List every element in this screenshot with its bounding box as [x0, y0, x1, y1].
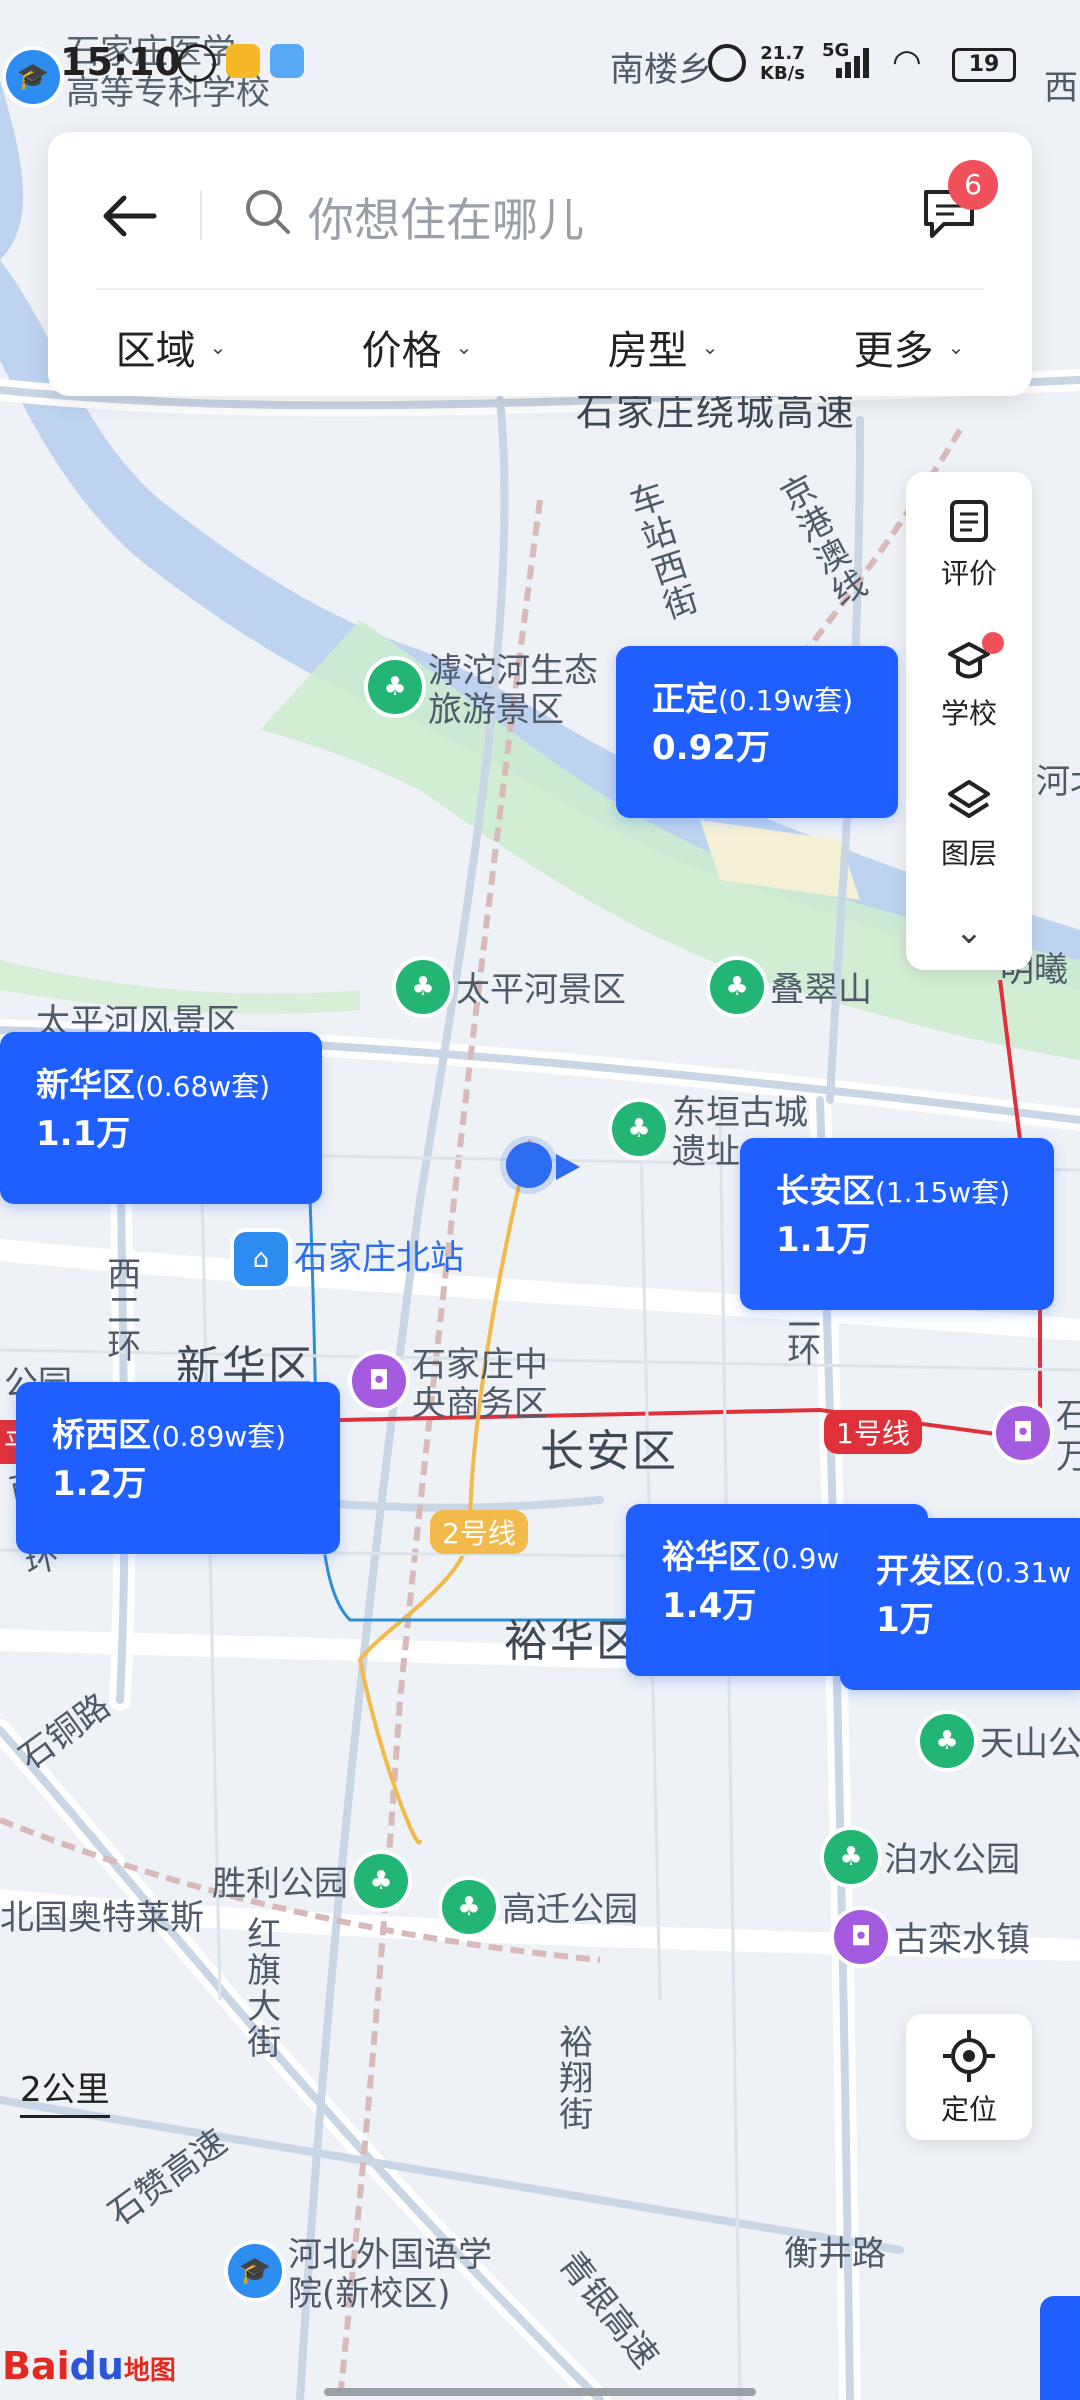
district-card-xinhua[interactable]: 新华区(0.68w套) 1.1万 — [0, 1032, 322, 1204]
notification-icon — [178, 44, 216, 82]
poi-gaoqian-label: 高迁公园 — [502, 1890, 638, 1931]
poi-boshui[interactable]: ♣ 泊水公园 — [824, 1830, 1020, 1892]
status-bar: 15:10 21.7 KB/s 5G ◠ 19 — [0, 40, 1080, 90]
poi-tianshan[interactable]: ♣ 天山公 — [920, 1714, 1080, 1776]
filter-region[interactable]: 区域 ⌄ — [48, 302, 294, 392]
metro-line2-tag: 2号线 — [430, 1510, 528, 1554]
search-icon — [246, 190, 290, 234]
search-panel: 你想住在哪儿 6 区域 ⌄ 价格 ⌄ 房型 ⌄ 更多 ⌄ — [48, 132, 1032, 396]
shopping-bag-icon: ◘ — [996, 1405, 1050, 1460]
poi-shengli[interactable]: ♣ 胜利公园 — [212, 1854, 408, 1916]
metro-line1-tag: 1号线 — [824, 1410, 922, 1454]
park-icon: ♣ — [824, 1830, 878, 1884]
park-icon: ♣ — [920, 1714, 974, 1768]
chevron-down-icon: ⌄ — [701, 335, 719, 359]
map-label-outlets: 北国奥特莱斯 — [0, 1898, 204, 1938]
poi-diecui[interactable]: ♣ 叠翠山 — [710, 960, 872, 1022]
poi-north-station[interactable]: ⌂ 石家庄北站 — [234, 1232, 464, 1286]
map-label-xi-er-huan: 西二环 — [100, 1256, 141, 1364]
poi-taiping[interactable]: ♣ 太平河景区 — [396, 960, 626, 1022]
divider — [200, 190, 202, 240]
search-input[interactable]: 你想住在哪儿 — [308, 184, 584, 250]
district-card-offscreen[interactable] — [1040, 2296, 1080, 2400]
app-notification-icons — [178, 44, 304, 82]
poi-diecui-label: 叠翠山 — [770, 970, 872, 1011]
poi-boshui-label: 泊水公园 — [884, 1840, 1020, 1881]
poi-shi-right-label: 石万 — [1056, 1396, 1080, 1477]
chevron-down-icon: ⌄ — [209, 335, 227, 359]
poi-gulan-label: 古栾水镇 — [894, 1920, 1030, 1961]
map-label-yuxiang: 裕翔街 — [552, 2024, 593, 2132]
shopping-bag-icon: ◘ — [352, 1354, 406, 1409]
back-arrow-icon[interactable] — [98, 184, 162, 248]
network-speed: 21.7 KB/s — [760, 43, 805, 84]
poi-gaoqian[interactable]: ♣ 高迁公园 — [442, 1880, 638, 1942]
park-icon: ♣ — [354, 1854, 408, 1908]
poi-north-station-label: 石家庄北站 — [294, 1238, 464, 1279]
poi-cbd[interactable]: ◘ 石家庄中央商务区 — [352, 1345, 572, 1425]
shopping-bag-icon: ◘ — [834, 1910, 888, 1964]
map-label-hongqi: 红旗大街 — [240, 1916, 281, 2060]
layers-icon — [948, 780, 990, 818]
poi-gulan[interactable]: ◘ 古栾水镇 — [834, 1910, 1030, 1972]
review-icon — [950, 500, 988, 542]
school-button[interactable]: 学校 — [906, 638, 1032, 732]
district-card-kaifa[interactable]: 开发区(0.31w 1万 — [840, 1518, 1080, 1690]
poi-hutuo[interactable]: ♣ 滹沱河生态旅游景区 — [368, 651, 624, 731]
poi-hutuo-label: 滹沱河生态旅游景区 — [428, 651, 598, 731]
park-icon: ♣ — [710, 960, 764, 1014]
map-side-toolbar: 评价 学校 图层 ⌄ — [906, 472, 1032, 970]
poi-cbd-label: 石家庄中央商务区 — [412, 1345, 548, 1425]
signal-icon — [836, 48, 869, 78]
expand-toolbar-button[interactable]: ⌄ — [906, 912, 1032, 952]
layers-button[interactable]: 图层 — [906, 778, 1032, 872]
school-icon: 🎓 — [228, 2244, 282, 2299]
park-icon: ♣ — [612, 1102, 666, 1157]
map-label-ring-highway: 石家庄绕城高速 — [576, 390, 857, 434]
district-card-changan[interactable]: 长安区(1.15w套) 1.1万 — [740, 1138, 1054, 1310]
chevron-down-icon: ⌄ — [947, 335, 965, 359]
train-station-icon: ⌂ — [234, 1232, 288, 1286]
filter-room-type[interactable]: 房型 ⌄ — [540, 302, 786, 392]
status-time: 15:10 — [60, 40, 181, 84]
filter-more[interactable]: 更多 ⌄ — [786, 302, 1032, 392]
poi-waiguoyu-label: 河北外国语学院(新校区) — [288, 2235, 492, 2315]
filter-bar: 区域 ⌄ 价格 ⌄ 房型 ⌄ 更多 ⌄ — [48, 302, 1032, 392]
mail-app-icon — [226, 44, 260, 78]
filter-price[interactable]: 价格 ⌄ — [294, 302, 540, 392]
divider — [96, 288, 984, 290]
map-scale: 2公里 — [20, 2062, 110, 2118]
map-label-changan-qu: 长安区 — [540, 1426, 678, 1477]
baidu-map-logo: Baidu地图 — [2, 2344, 176, 2388]
map-label-hebei: 河北 — [1036, 762, 1080, 802]
current-location-marker — [506, 1142, 552, 1188]
poi-taiping-label: 太平河景区 — [456, 970, 626, 1011]
park-icon: ♣ — [442, 1880, 496, 1934]
chevron-down-icon: ⌄ — [954, 912, 984, 952]
home-indicator[interactable] — [324, 2388, 756, 2396]
heading-arrow-icon — [556, 1154, 580, 1180]
poi-shi-right[interactable]: ◘ 石万 — [996, 1396, 1080, 1478]
poi-waiguoyu[interactable]: 🎓 河北外国语学院(新校区) — [228, 2235, 518, 2315]
wifi-icon: ◠ — [892, 42, 922, 82]
battery-indicator: 19 — [952, 48, 1016, 82]
alarm-icon — [708, 44, 746, 82]
district-card-qiaoxi[interactable]: 桥西区(0.89w套) 1.2万 — [16, 1382, 340, 1554]
school-new-dot — [982, 632, 1004, 654]
district-card-zhengding[interactable]: 正定(0.19w套) 0.92万 — [616, 646, 898, 818]
poi-shengli-label: 胜利公园 — [212, 1864, 348, 1905]
locate-button[interactable]: 定位 — [906, 2014, 1032, 2140]
poi-tianshan-label: 天山公 — [980, 1724, 1080, 1765]
chevron-down-icon: ⌄ — [455, 335, 473, 359]
review-button[interactable]: 评价 — [906, 498, 1032, 592]
park-icon: ♣ — [368, 660, 422, 715]
game-app-icon — [270, 44, 304, 78]
map-label-hengjing: 衡井路 — [784, 2234, 886, 2274]
map-label-yuhua-qu: 裕华区 — [504, 1616, 642, 1667]
crosshair-icon — [943, 2030, 995, 2082]
park-icon: ♣ — [396, 960, 450, 1014]
message-badge: 6 — [948, 160, 998, 210]
